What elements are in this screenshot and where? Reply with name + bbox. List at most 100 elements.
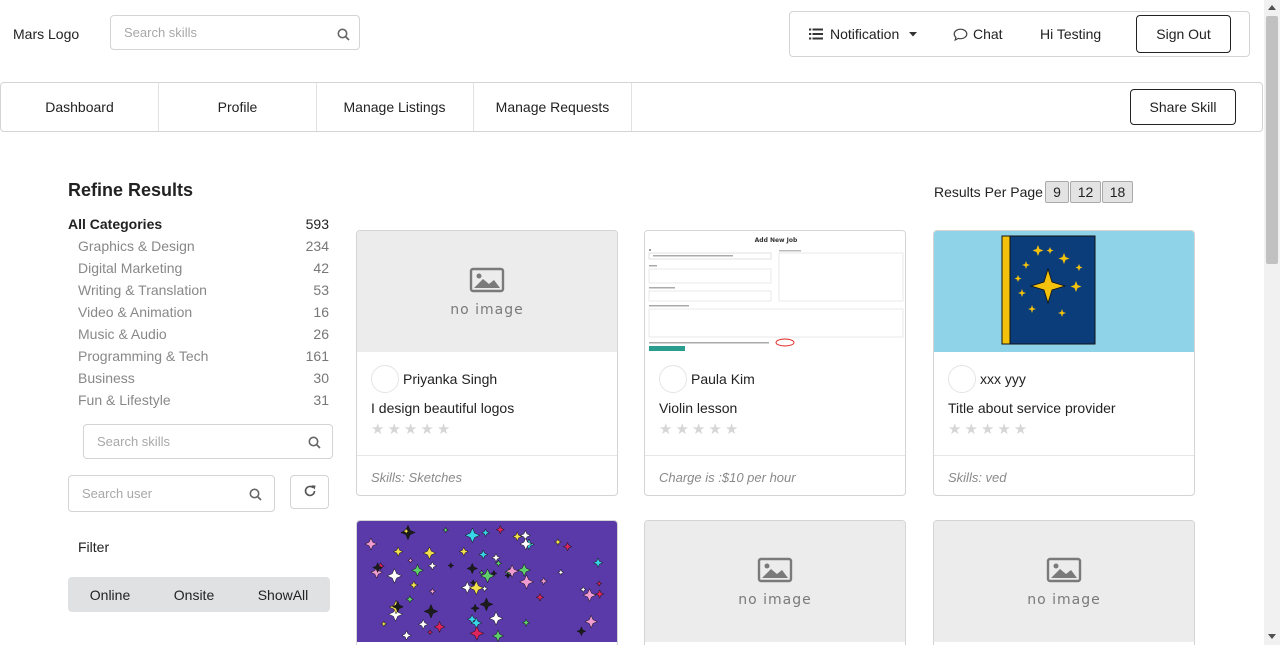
filter-online-button[interactable]: Online — [68, 577, 152, 612]
search-icon[interactable] — [337, 28, 350, 41]
sparkle-shape — [400, 524, 416, 541]
star-icon[interactable]: ★ — [997, 422, 1010, 438]
category-label: Graphics & Design — [78, 238, 195, 254]
category-writing-translation[interactable]: Writing & Translation 53 — [68, 280, 329, 302]
category-music-audio[interactable]: Music & Audio 26 — [68, 324, 329, 346]
per-page-12-button[interactable]: 12 — [1070, 181, 1101, 203]
skill-search-input[interactable] — [84, 425, 299, 458]
star-icon[interactable]: ★ — [404, 422, 417, 438]
sparkle-shape — [517, 563, 532, 577]
tab-dashboard[interactable]: Dashboard — [1, 83, 159, 131]
search-icon[interactable] — [308, 436, 321, 449]
sparkle-shape — [479, 568, 496, 584]
tab-manage-requests[interactable]: Manage Requests — [474, 83, 632, 131]
category-business[interactable]: Business 30 — [68, 368, 329, 390]
star-rating[interactable]: ★ ★ ★ ★ ★ — [948, 422, 1027, 438]
share-skill-button[interactable]: Share Skill — [1130, 89, 1236, 125]
category-fun-lifestyle[interactable]: Fun & Lifestyle 31 — [68, 390, 329, 412]
sparkle-shape — [417, 618, 429, 630]
star-icon[interactable]: ★ — [708, 422, 721, 438]
service-card[interactable]: no image — [644, 520, 906, 645]
star-rating[interactable]: ★ ★ ★ ★ ★ — [371, 422, 450, 438]
card-title[interactable]: Violin lesson — [659, 400, 737, 416]
greeting[interactable]: Hi Testing — [1040, 12, 1101, 56]
top-bar: Mars Logo Notification Chat Hi Testing S… — [0, 0, 1264, 70]
card-footer: Skills: ved — [934, 455, 1194, 495]
chat-link[interactable]: Chat — [953, 12, 1003, 56]
card-image-placeholder: no image — [645, 521, 905, 642]
filter-label: Filter — [78, 539, 110, 555]
scroll-down-arrow-icon[interactable] — [1268, 634, 1276, 639]
star-icon[interactable]: ★ — [964, 422, 977, 438]
tab-profile[interactable]: Profile — [159, 83, 317, 131]
avatar — [371, 365, 399, 393]
card-user[interactable]: Paula Kim — [659, 365, 755, 393]
star-icon[interactable]: ★ — [981, 422, 994, 438]
star-icon[interactable]: ★ — [420, 422, 433, 438]
category-count: 234 — [305, 238, 329, 254]
star-icon[interactable]: ★ — [1014, 422, 1027, 438]
service-card[interactable]: no image — [933, 520, 1195, 645]
sparkle-shape — [401, 630, 412, 641]
star-icon[interactable]: ★ — [659, 422, 672, 438]
tab-manage-listings[interactable]: Manage Listings — [316, 83, 474, 131]
card-footer: Charge is :$10 per hour — [645, 455, 905, 495]
scrollbar-thumb[interactable] — [1266, 16, 1278, 264]
star-icon[interactable]: ★ — [725, 422, 738, 438]
category-video-animation[interactable]: Video & Animation 16 — [68, 302, 329, 324]
card-title[interactable]: I design beautiful logos — [371, 400, 514, 416]
card-image-placeholder: no image — [934, 521, 1194, 642]
sparkle-shape — [386, 567, 403, 584]
star-icon[interactable]: ★ — [948, 422, 961, 438]
no-image-text: no image — [450, 302, 524, 318]
card-title[interactable]: Title about service provider — [948, 400, 1116, 416]
sparkle-shape — [592, 557, 604, 569]
category-all[interactable]: All Categories 593 — [68, 214, 329, 236]
user-search-input[interactable] — [69, 476, 239, 511]
service-card[interactable] — [356, 520, 618, 645]
sparkle-shape — [539, 576, 548, 586]
top-menu: Notification Chat Hi Testing Sign Out — [789, 11, 1250, 57]
star-icon[interactable]: ★ — [387, 422, 400, 438]
service-card[interactable]: Add New Job Paula Kim Violin lesson ★ ★ … — [644, 230, 906, 496]
logo[interactable]: Mars Logo — [13, 26, 79, 42]
card-user[interactable]: xxx yyy — [948, 365, 1026, 393]
sparkle-shape — [428, 587, 437, 596]
category-count: 26 — [313, 326, 329, 342]
sparkle-shape — [480, 584, 489, 593]
service-card[interactable]: xxx yyy Title about service provider ★ ★… — [933, 230, 1195, 496]
star-icon[interactable]: ★ — [675, 422, 688, 438]
main-tabs: Dashboard Profile Manage Listings Manage… — [0, 82, 1263, 132]
category-digital-marketing[interactable]: Digital Marketing 42 — [68, 258, 329, 280]
page-scrollbar[interactable] — [1264, 0, 1280, 645]
sparkles-image — [364, 524, 605, 642]
star-icon[interactable]: ★ — [371, 422, 384, 438]
category-count: 30 — [313, 370, 329, 386]
category-programming-tech[interactable]: Programming & Tech 161 — [68, 346, 329, 368]
star-rating[interactable]: ★ ★ ★ ★ ★ — [659, 422, 738, 438]
sparkle-shape — [433, 620, 446, 633]
sparkle-shape — [409, 580, 419, 590]
sparkle-shape — [423, 603, 439, 619]
card-footer: Skills: Sketches — [357, 455, 617, 495]
per-page-9-button[interactable]: 9 — [1045, 181, 1069, 203]
card-user[interactable]: Priyanka Singh — [371, 365, 497, 393]
per-page-18-button[interactable]: 18 — [1102, 181, 1133, 203]
category-graphics-design[interactable]: Graphics & Design 234 — [68, 236, 329, 258]
header-search-input[interactable] — [111, 16, 321, 49]
star-icon[interactable]: ★ — [692, 422, 705, 438]
category-count: 31 — [313, 392, 329, 408]
filter-onsite-button[interactable]: Onsite — [152, 577, 236, 612]
notification-dropdown[interactable]: Notification — [809, 12, 918, 56]
refresh-button[interactable] — [290, 475, 329, 509]
card-image-sparkles — [357, 521, 617, 642]
star-icon[interactable]: ★ — [437, 422, 450, 438]
service-card[interactable]: no image Priyanka Singh I design beautif… — [356, 230, 618, 496]
filter-showall-button[interactable]: ShowAll — [236, 577, 330, 612]
sign-out-button[interactable]: Sign Out — [1136, 15, 1231, 53]
scroll-up-arrow-icon[interactable] — [1268, 5, 1276, 10]
sparkle-shape — [594, 589, 605, 599]
search-icon[interactable] — [249, 488, 262, 501]
card-image-book — [934, 231, 1194, 352]
sidebar-user-search — [68, 475, 275, 512]
